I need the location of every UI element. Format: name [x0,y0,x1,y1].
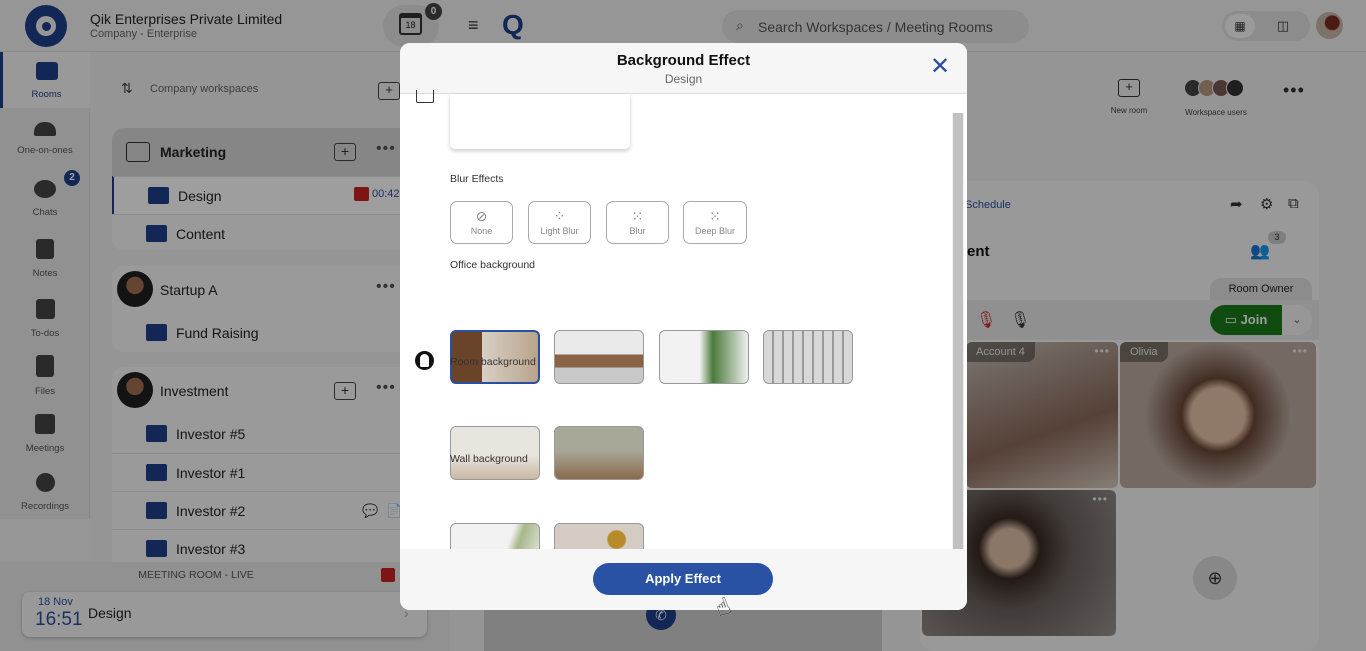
blur-option-deep[interactable]: ⁙ Deep Blur [683,201,747,244]
blur-option-none[interactable]: ⊘ None [450,201,513,244]
blur-option-light[interactable]: ⁘ Light Blur [528,201,591,244]
dialog-header: Background Effect Design ✕ [400,43,967,94]
close-icon[interactable]: ✕ [930,53,950,81]
office-background-4[interactable] [763,330,853,384]
scrollbar-thumb[interactable] [953,113,963,549]
blur-icon: ⁙ [631,208,644,224]
blur-option-label: Deep Blur [694,226,736,236]
blur-section-label: Blur Effects [450,173,504,185]
light-blur-icon: ⁘ [553,208,566,224]
office-background-2[interactable] [554,330,644,384]
video-preview [450,94,630,149]
dialog-title: Background Effect [616,52,751,69]
room-background-2[interactable] [554,426,644,480]
blur-option-blur[interactable]: ⁙ Blur [606,201,669,244]
deep-blur-icon: ⁙ [709,208,721,224]
wall-section-label: Wall background [450,453,528,465]
apply-effect-button[interactable]: Apply Effect [593,563,773,595]
none-icon: ⊘ [475,208,488,224]
room-section-label: Room background [450,356,536,368]
dialog-footer: Apply Effect [400,549,967,610]
camera-icon [416,90,434,103]
person-icon [415,351,434,370]
office-background-3[interactable] [659,330,749,384]
dialog-body: Blur Effects ⊘ None ⁘ Light Blur ⁙ Blur ⁙ De… [400,90,967,577]
office-section-label: Office background [450,259,536,271]
blur-option-label: None [470,226,493,236]
background-effect-dialog: Background Effect Design ✕ Blur Effects … [400,43,967,610]
blur-option-label: Light Blur [540,226,579,236]
app-root: Qik Enterprises Private Limited Company … [0,0,1366,651]
dialog-subtitle: Design [664,72,703,86]
blur-option-label: Blur [629,226,646,236]
